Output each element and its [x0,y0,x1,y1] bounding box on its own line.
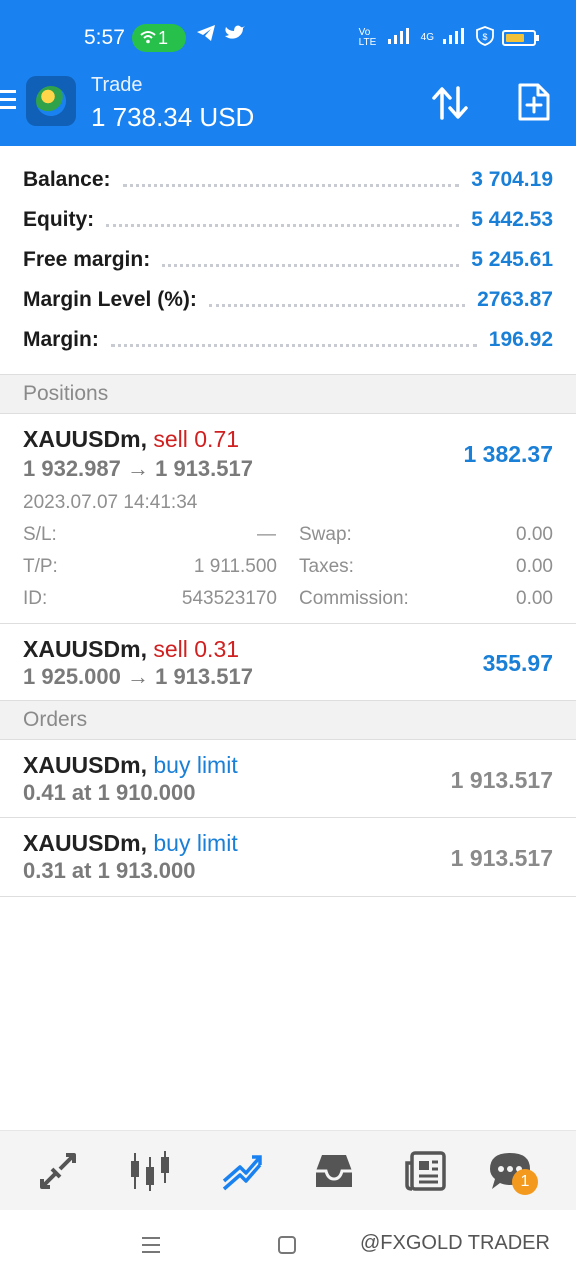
swap-value: 0.00 [516,524,553,545]
summary-value: 196.92 [488,328,553,351]
taxes-value: 0.00 [516,556,553,577]
order-item[interactable]: XAUUSDm, buy limit 0.31 at 1 913.000 1 9… [0,818,576,897]
position-side: sell 0.31 [153,636,240,662]
order-type: buy limit [153,830,238,856]
orders-header: Orders [0,700,576,740]
swap-label: Swap: [299,524,352,545]
position-item[interactable]: XAUUSDm, sell 0.31 1 925.000 → 1 913.517… [0,624,576,702]
summary-label: Margin: [23,328,99,351]
network-type: 4G [420,32,434,43]
page-title: Trade [91,74,143,96]
position-side: sell 0.71 [153,426,240,452]
signal-icon [387,27,413,48]
position-profit: 1 382.37 [463,441,553,467]
taxes-label: Taxes: [299,556,354,577]
app-header: 5:57 1 Vo LTE 4G $ Trade 1 738.34 USD [0,0,576,146]
summary-label: Margin Level (%): [23,288,197,311]
status-right: Vo LTE 4G $ [358,26,539,49]
svg-text:$: $ [482,32,487,42]
signal-icon-2 [442,27,468,48]
position-item[interactable]: XAUUSDm, sell 0.71 1 932.987 → 1 913.517… [0,414,576,624]
position-symbol: XAUUSDm, sell 0.71 [23,426,240,452]
volte-label: Vo LTE [358,26,377,48]
order-price: 1 913.517 [450,767,553,793]
history-icon[interactable] [312,1149,356,1193]
sl-label: S/L: [23,524,57,545]
sort-icon[interactable] [430,84,472,122]
order-detail: 0.41 at 1 910.000 [23,780,196,805]
position-symbol: XAUUSDm, sell 0.31 [23,636,240,662]
position-profit: 355.97 [482,650,553,676]
twitter-icon [224,22,246,48]
status-bar: 5:57 1 Vo LTE 4G $ [0,18,576,58]
account-summary: Balance: 3 704.19 Equity: 5 442.53 Free ma… [0,160,576,360]
home-nav-icon[interactable] [277,1235,297,1260]
sl-value: — [257,524,276,545]
position-prices: 1 932.987 → 1 913.517 [23,456,253,481]
telegram-icon [196,24,216,48]
header-balance: 1 738.34 USD [91,102,255,132]
order-price: 1 913.517 [450,845,553,871]
order-item[interactable]: XAUUSDm, buy limit 0.41 at 1 910.000 1 9… [0,740,576,818]
position-prices: 1 925.000 → 1 913.517 [23,664,253,689]
positions-header: Positions [0,374,576,414]
summary-value: 2763.87 [477,288,553,311]
order-type: buy limit [153,752,238,778]
summary-row-balance: Balance: 3 704.19 [0,160,576,200]
summary-label: Equity: [23,208,95,231]
order-symbol: XAUUSDm, buy limit [23,752,238,778]
chart-icon[interactable] [128,1149,172,1193]
summary-value: 5 442.53 [471,208,553,231]
id-value: 543523170 [181,588,277,609]
news-icon[interactable] [404,1149,448,1193]
summary-row-margin-level: Margin Level (%): 2763.87 [0,280,576,320]
tp-label: T/P: [23,556,58,577]
shield-icon: $ [476,26,494,49]
position-details: 2023.07.07 14:41:34 S/L: — Swap: 0.00 T/… [23,492,553,620]
summary-row-equity: Equity: 5 442.53 [0,200,576,240]
menu-icon[interactable] [0,90,16,110]
commission-value: 0.00 [516,588,553,609]
id-label: ID: [23,588,48,609]
summary-value: 3 704.19 [471,168,553,191]
hotspot-count: 1 [158,28,169,48]
trade-icon[interactable] [220,1149,264,1193]
summary-label: Balance: [23,168,111,191]
bottom-navigation [0,1130,576,1210]
hotspot-pill: 1 [132,24,186,52]
summary-row-free-margin: Free margin: 5 245.61 [0,240,576,280]
quotes-icon[interactable] [36,1149,80,1193]
summary-value: 5 245.61 [471,248,553,271]
order-detail: 0.31 at 1 913.000 [23,858,196,883]
status-time: 5:57 [84,26,125,49]
watermark-text: @FXGOLD TRADER [360,1232,550,1254]
order-symbol: XAUUSDm, buy limit [23,830,238,856]
summary-label: Free margin: [23,248,151,271]
summary-row-margin: Margin: 196.92 [0,320,576,360]
hotspot-icon [140,24,158,52]
menu-nav-icon[interactable] [140,1234,162,1261]
tp-value: 1 911.500 [193,556,277,577]
position-time: 2023.07.07 14:41:34 [23,492,198,513]
chat-badge: 1 [512,1169,538,1195]
metatrader-logo-icon [26,76,76,126]
battery-icon [502,29,539,46]
new-order-icon[interactable] [516,82,552,122]
commission-label: Commission: [299,588,409,609]
